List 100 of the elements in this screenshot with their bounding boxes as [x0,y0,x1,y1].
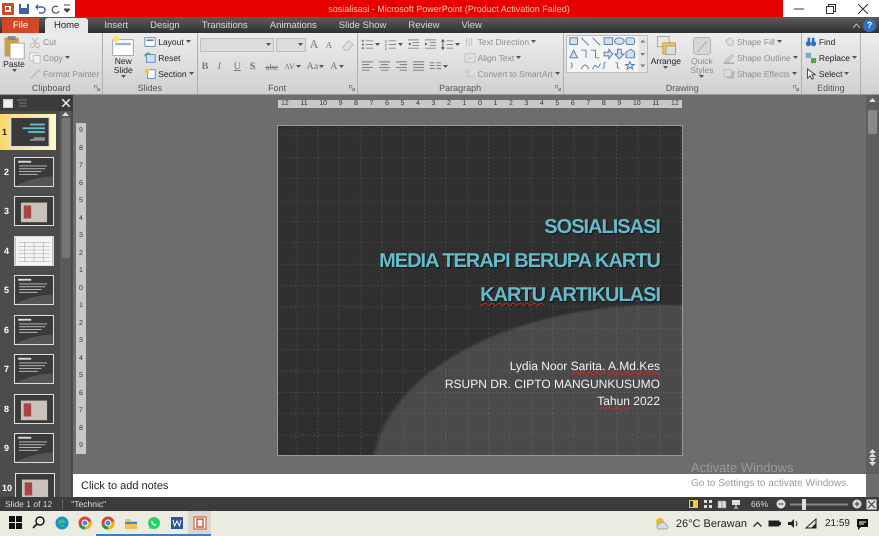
outline-view-icon [17,98,27,108]
scroll-up-icon[interactable] [869,97,876,102]
slide-show-button[interactable] [730,499,741,509]
ribbon-button[interactable]: Reset [143,50,195,65]
zoom-in-icon[interactable] [852,499,862,509]
slide-number: 6 [2,324,10,334]
slide-number: 1 [2,127,8,137]
close-icon[interactable] [858,4,868,14]
reading-view-button[interactable] [716,499,727,509]
slide-subtitle-line: Lydia Noor Sarita. A.Md.Kes [510,358,660,375]
caret-icon [852,56,857,59]
slide-sorter-button[interactable] [702,499,713,509]
caret-icon [186,40,191,43]
restore-icon[interactable] [826,4,836,14]
slide-thumbnail [15,276,53,304]
collapse-ribbon-icon[interactable] [853,22,860,28]
group-label: Font [268,83,286,93]
ribbon-button[interactable]: Paste [2,34,26,82]
format-button[interactable] [440,37,461,52]
slide-title-line: SOSIALISASI [544,215,660,240]
chrome-icon [100,516,114,530]
ribbon-button[interactable]: Arrange [650,34,682,82]
caret-icon [319,65,324,68]
redo-icon[interactable] [50,2,60,14]
next-slide-icon[interactable] [869,458,876,466]
brush-icon [29,68,41,80]
normal-view-button[interactable] [688,499,699,509]
slide-thumbnail-item[interactable]: 1 [0,114,56,150]
slide-thumbnail [15,355,53,383]
numbering-icon [384,38,397,51]
notification-icon[interactable] [856,518,869,530]
previous-slide-icon[interactable] [869,449,876,457]
zoom-slider-thumb[interactable] [802,498,806,510]
battery-icon[interactable] [768,519,781,528]
wifi-icon[interactable] [804,518,817,529]
format-button[interactable] [382,37,404,52]
ribbon-button[interactable]: New Slide [105,34,142,82]
slide-thumbnail [15,197,53,225]
slide-subtitle-line: Tahun 2022 [597,393,660,410]
smartart-icon [464,68,476,80]
ribbon-tab[interactable]: Insert [94,18,138,33]
customize-caret-icon[interactable] [64,2,70,14]
slide-counter: Slide 1 of 12 [5,499,64,509]
ribbon-button[interactable]: Replace [804,50,858,65]
powerpoint-logo-icon[interactable] [2,2,14,14]
speaker-icon[interactable] [786,518,799,529]
help-button[interactable]: ? [863,18,876,32]
copy-icon [29,52,41,64]
ribbon-tab[interactable]: View [451,18,492,33]
paint-bucket-icon [722,36,735,48]
zoom-out-icon[interactable] [776,499,786,509]
outline-tab[interactable] [17,98,27,108]
fit-to-window-icon[interactable] [866,498,877,510]
slide-number: 7 [2,364,10,374]
slide-number: 5 [2,285,10,295]
ribbon-button[interactable]: Layout [143,34,195,49]
cursor-icon [804,68,817,80]
replace-icon [804,52,817,64]
ribbon-tab[interactable]: Home [45,18,88,33]
ribbon-tab[interactable]: Slide Show [328,18,396,33]
undo-icon[interactable] [34,2,46,14]
caret-icon [12,69,16,72]
slide-thumbnail [15,236,53,264]
ribbon-tab[interactable]: Animations [260,18,327,33]
ribbon-button[interactable]: Find [804,34,858,49]
slide-title-line: KARTU ARTIKULASI [480,283,660,308]
weather-text[interactable]: 26°C Berawan [676,518,747,530]
file-tab[interactable]: File [2,18,39,33]
format-button[interactable] [360,37,381,52]
save-icon[interactable] [18,2,30,14]
windows-start-icon[interactable] [9,516,22,529]
caret-up-icon[interactable] [752,520,762,526]
align-center-icon [378,60,391,73]
ribbon-tab[interactable]: Design [140,18,190,33]
ribbon-button[interactable]: Section [143,66,195,81]
slide-number: 10 [2,482,12,492]
search-icon[interactable] [32,516,45,529]
increase-indent-icon [424,38,437,51]
group-label: Editing [817,83,845,93]
grid-view-icon [702,499,713,509]
zoom-level: 66% [750,499,768,509]
slide-number: 9 [2,443,10,453]
eraser-icon [340,38,354,51]
bullets-icon [360,38,374,51]
clock-time[interactable]: 21:59 [824,518,850,529]
caret-icon [531,40,536,43]
ribbon-tab[interactable]: Transitions [192,18,258,33]
scrollbar-thumb[interactable] [868,110,877,134]
reset-icon [144,52,156,64]
caret-icon [454,43,460,46]
caret-icon [792,56,798,59]
ribbon-button[interactable]: Select [804,66,858,81]
slides-tab[interactable] [3,98,13,108]
group-label: Clipboard [32,83,70,93]
shapes-gallery-drawing[interactable] [566,34,648,74]
scrollbar-thumb[interactable] [62,118,70,258]
ribbon-tab[interactable]: Review [398,18,450,33]
slide-thumbnail [15,434,53,462]
taskbar-app[interactable] [188,511,211,536]
slide-thumbnail [15,158,53,186]
